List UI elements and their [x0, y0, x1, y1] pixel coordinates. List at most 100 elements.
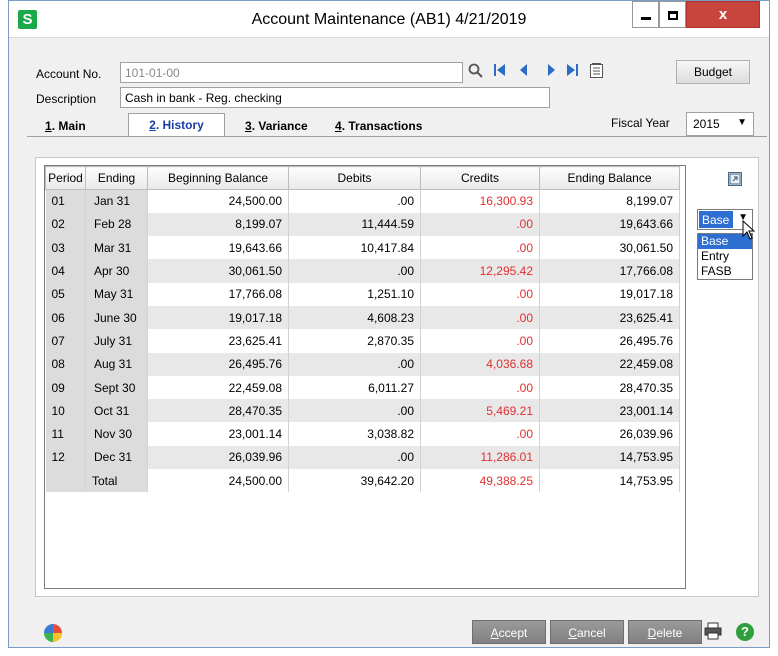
debits-cell: .00 — [288, 399, 421, 423]
table-row[interactable]: 08 Aug 31 26,495.76.00 4,036.68 22,459.08 — [45, 352, 680, 376]
basis-option-entry[interactable]: Entry — [698, 249, 752, 264]
period-cell: 01 — [45, 189, 86, 213]
delete-button[interactable]: Delete — [628, 620, 702, 644]
beginning-balance-cell: 23,001.14 — [147, 422, 289, 446]
tab-history[interactable]: 2. History — [128, 113, 225, 137]
credits-cell: 4,036.68 — [420, 352, 540, 376]
table-row[interactable]: 01 Jan 31 24,500.00.00 16,300.93 8,199.07 — [45, 189, 680, 213]
ending-balance-cell: 22,459.08 — [539, 352, 680, 376]
debits-cell: 2,870.35 — [288, 329, 421, 353]
last-record-icon[interactable] — [566, 63, 578, 80]
column-header-period[interactable]: Period — [45, 166, 86, 190]
first-record-icon[interactable] — [494, 63, 506, 80]
ending-cell: Nov 30 — [85, 422, 148, 446]
debits-cell: 3,038.82 — [288, 422, 421, 446]
tab-variance[interactable]: 3. Variance — [245, 113, 335, 137]
period-cell: 03 — [45, 236, 86, 260]
credits-cell: 5,469.21 — [420, 399, 540, 423]
column-header-credits[interactable]: Credits — [420, 166, 540, 190]
accept-button[interactable]: Accept — [472, 620, 546, 644]
table-row[interactable]: 09 Sept 30 22,459.08 6,011.27.00 28,470.35 — [45, 375, 680, 400]
table-row[interactable]: 10 Oct 31 28,470.35.00 5,469.21 23,001.14 — [45, 399, 680, 423]
ending-balance-cell: 19,017.18 — [539, 282, 680, 306]
ending-cell: Total — [85, 469, 148, 493]
tab-main[interactable]: 1. Main — [45, 113, 105, 137]
ending-cell: Dec 31 — [85, 445, 148, 470]
period-cell: 11 — [45, 422, 86, 446]
fiscal-year-label: Fiscal Year — [611, 116, 670, 130]
lookup-icon[interactable] — [468, 63, 484, 82]
previous-record-icon[interactable] — [519, 63, 529, 80]
ending-cell: June 30 — [85, 305, 148, 330]
period-cell — [45, 469, 86, 493]
beginning-balance-cell: 24,500.00 — [147, 189, 289, 213]
history-table: Period Ending Beginning Balance Debits C… — [45, 166, 680, 493]
title-bar: S Account Maintenance (AB1) 4/21/2019 x — [9, 1, 769, 38]
ending-balance-cell: 28,470.35 — [539, 375, 680, 400]
ending-cell: Aug 31 — [85, 352, 148, 376]
tab-transactions[interactable]: 4. Transactions — [335, 113, 445, 137]
credits-cell: 11,286.01 — [420, 445, 540, 470]
beginning-balance-cell: 19,643.66 — [147, 236, 289, 260]
debits-cell: 1,251.10 — [288, 282, 421, 306]
column-header-ending-balance[interactable]: Ending Balance — [539, 166, 680, 190]
ending-cell: Jan 31 — [85, 189, 148, 213]
credits-cell: .00 — [420, 422, 540, 446]
table-row[interactable]: 04 Apr 30 30,061.50.00 12,295.42 17,766.08 — [45, 259, 680, 283]
mouse-cursor-icon — [742, 219, 756, 245]
expand-icon[interactable] — [728, 172, 742, 186]
ending-balance-cell: 23,001.14 — [539, 399, 680, 423]
debits-cell: .00 — [288, 189, 421, 213]
beginning-balance-cell: 26,039.96 — [147, 445, 289, 470]
credits-cell: 16,300.93 — [420, 189, 540, 213]
ending-cell: May 31 — [85, 282, 148, 306]
ending-balance-cell: 14,753.95 — [539, 469, 680, 493]
column-header-beginning-balance[interactable]: Beginning Balance — [147, 166, 289, 190]
logo-icon[interactable] — [44, 624, 62, 642]
credits-cell: .00 — [420, 236, 540, 260]
minimize-button[interactable] — [632, 1, 659, 28]
cancel-button[interactable]: Cancel — [550, 620, 624, 644]
budget-button[interactable]: Budget — [676, 60, 750, 84]
ending-balance-cell: 14,753.95 — [539, 445, 680, 470]
column-header-ending[interactable]: Ending — [85, 166, 148, 190]
table-row[interactable]: 06 June 30 19,017.18 4,608.23.00 23,625.41 — [45, 305, 680, 330]
next-record-icon[interactable] — [546, 63, 556, 80]
credits-cell: .00 — [420, 375, 540, 400]
fiscal-year-select[interactable]: 2015 ▼ — [686, 112, 754, 136]
table-row[interactable]: 02 Feb 28 8,199.07 11,444.59.00 19,643.66 — [45, 212, 680, 237]
account-no-input[interactable]: 101-01-00 — [120, 62, 463, 83]
debits-cell: .00 — [288, 259, 421, 283]
table-row[interactable]: 12 Dec 31 26,039.96.00 11,286.01 14,753.95 — [45, 445, 680, 470]
basis-option-fasb[interactable]: FASB — [698, 264, 752, 279]
credits-cell: .00 — [420, 329, 540, 353]
help-icon[interactable]: ? — [736, 623, 754, 641]
close-button[interactable]: x — [686, 1, 760, 28]
beginning-balance-cell: 28,470.35 — [147, 399, 289, 423]
ending-cell: Apr 30 — [85, 259, 148, 283]
print-icon[interactable] — [704, 622, 722, 643]
maximize-button[interactable] — [659, 1, 686, 28]
ending-cell: July 31 — [85, 329, 148, 353]
beginning-balance-cell: 26,495.76 — [147, 352, 289, 376]
description-label: Description — [36, 92, 97, 106]
table-row[interactable]: 05 May 31 17,766.08 1,251.10.00 19,017.18 — [45, 282, 680, 306]
description-input[interactable]: Cash in bank - Reg. checking — [120, 87, 550, 108]
period-cell: 12 — [45, 445, 86, 470]
ending-cell: Feb 28 — [85, 212, 148, 237]
maximize-icon — [667, 11, 678, 20]
ending-balance-cell: 19,643.66 — [539, 212, 680, 237]
credits-cell: 49,388.25 — [420, 469, 540, 493]
table-total-row[interactable]: Total 24,500.00 39,642.20 49,388.25 14,753.9… — [45, 469, 680, 493]
table-row[interactable]: 07 July 31 23,625.41 2,870.35.00 26,495.76 — [45, 329, 680, 353]
table-row[interactable]: 11 Nov 30 23,001.14 3,038.82.00 26,039.96 — [45, 422, 680, 446]
basis-selected-value: Base — [699, 211, 733, 228]
column-header-debits[interactable]: Debits — [288, 166, 421, 190]
chevron-down-icon: ▼ — [737, 117, 747, 128]
credits-cell: .00 — [420, 212, 540, 237]
debits-cell: 39,642.20 — [288, 469, 421, 493]
table-row[interactable]: 03 Mar 31 19,643.66 10,417.84.00 30,061.50 — [45, 236, 680, 260]
beginning-balance-cell: 24,500.00 — [147, 469, 289, 493]
memo-icon[interactable] — [590, 63, 603, 81]
period-cell: 08 — [45, 352, 86, 376]
